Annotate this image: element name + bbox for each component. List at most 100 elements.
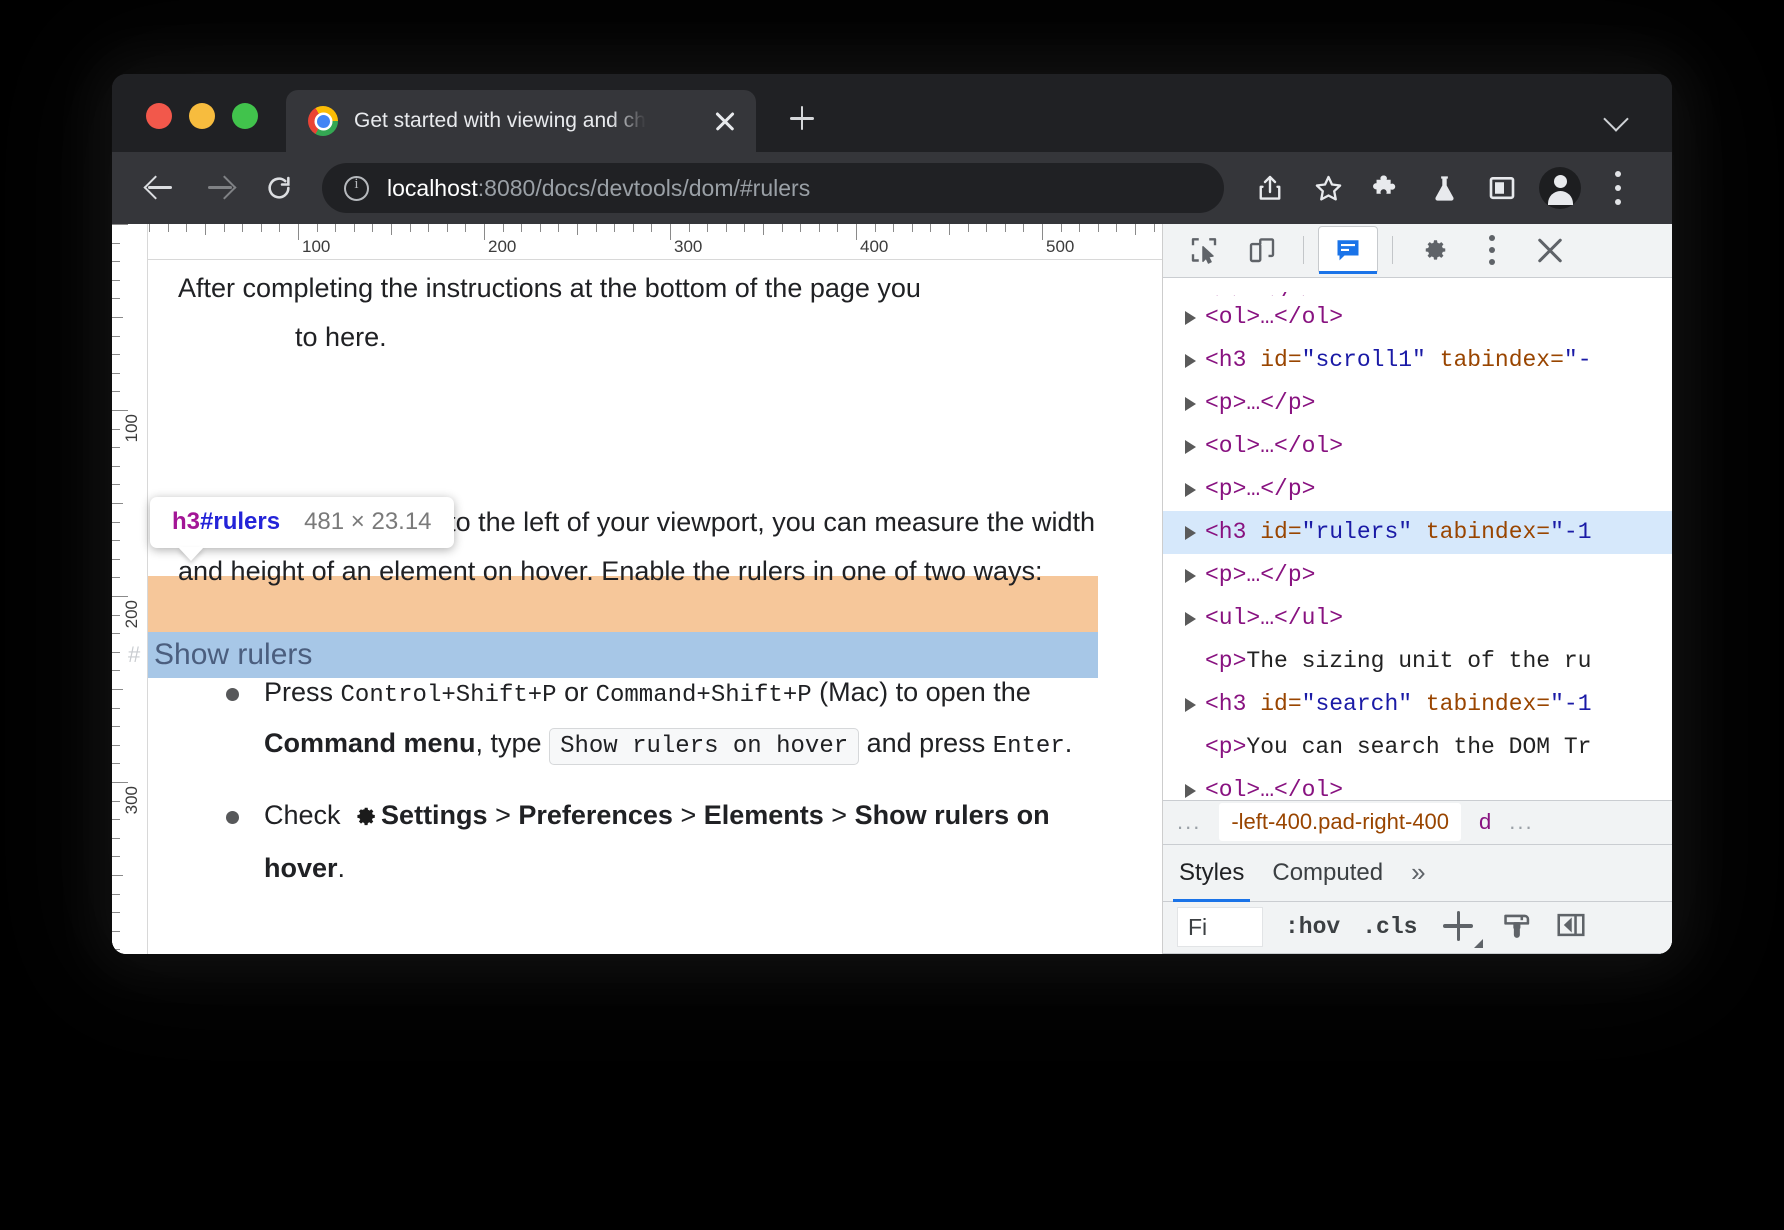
toggle-class-button[interactable]: .cls [1362,914,1417,940]
ruler-tick [112,745,120,746]
dom-node-text: <ul>…</ul> [1185,597,1343,640]
bookmark-star-icon[interactable] [1302,162,1354,214]
tab-computed[interactable]: Computed [1272,844,1383,902]
window-body: 100200300400500 100200300400 After compl… [112,224,1672,954]
ruler-label: 200 [488,237,516,257]
close-window-button[interactable] [146,103,172,129]
ruler-tick [763,224,764,235]
dom-tree-row[interactable]: <p>…</p> [1163,468,1672,511]
ruler-tick [782,224,783,232]
browser-window: Get started with viewing and ch localhos… [112,74,1672,954]
close-devtools-icon[interactable] [1523,226,1577,274]
back-arrow-icon[interactable] [132,161,186,215]
ruler-tick [261,224,262,232]
ruler-tick [1005,224,1006,232]
more-tabs-chevron-icon[interactable]: » [1411,857,1425,888]
ruler-tick [112,726,120,727]
issues-message-icon[interactable] [1318,226,1378,274]
ruler-tick [112,391,120,392]
expand-triangle-icon[interactable] [1185,612,1196,626]
ruler-tick [558,224,559,232]
expand-triangle-icon[interactable] [1185,784,1196,798]
reload-icon[interactable] [252,161,306,215]
dom-tree-row[interactable]: <p>…</p> [1163,282,1672,296]
horizontal-ruler: 100200300400500 [112,224,1162,260]
styles-filter-input[interactable]: Fi [1177,907,1263,947]
expand-triangle-icon[interactable] [1185,440,1196,454]
new-style-rule-icon[interactable] [1439,907,1479,947]
expand-triangle-icon[interactable] [1185,483,1196,497]
ruler-tick [112,577,120,578]
ruler-tick [186,224,187,232]
more-options-kebab-icon[interactable] [1465,226,1519,274]
expand-triangle-icon[interactable] [1185,354,1196,368]
device-toolbar-icon[interactable] [1235,226,1289,274]
chevron-down-icon[interactable] [1604,106,1630,132]
breadcrumb-item[interactable]: -left-400.pad-right-400 [1219,803,1461,841]
ruler-tick [893,224,894,232]
experiments-flask-icon[interactable] [1418,162,1470,214]
expand-triangle-icon[interactable] [1185,698,1196,712]
tooltip-selector: h3#rulers [172,508,280,536]
dom-tree[interactable]: <p>…</p><ol>…</ol><h3 id="scroll1" tabin… [1163,278,1672,800]
tooltip-dimensions: 481 × 23.14 [304,508,431,536]
toggle-sidebar-icon[interactable] [1555,909,1587,946]
dom-tree-row[interactable]: <ol>…</ol> [1163,425,1672,468]
info-circle-icon[interactable] [344,176,369,201]
dom-tree-row[interactable]: <h3 id="rulers" tabindex="-1 [1163,511,1672,554]
dom-token [1426,347,1440,373]
close-tab-icon[interactable] [710,106,740,136]
maximize-window-button[interactable] [232,103,258,129]
address-bar[interactable]: localhost:8080/docs/devtools/dom/#rulers [322,163,1224,213]
ruler-tick [1079,224,1080,232]
devtools-sidebar-tabs: Styles Computed » [1163,844,1672,902]
heading-anchor-link[interactable]: # [128,632,140,678]
dom-tree-row[interactable]: <p>…</p> [1163,554,1672,597]
dom-tree-row[interactable]: <ul>…</ul> [1163,597,1672,640]
breadcrumb-trailing-ellipsis[interactable]: ... [1509,809,1533,835]
ruler-tick [335,224,336,232]
ruler-tick [112,652,120,653]
side-panel-icon[interactable] [1476,162,1528,214]
dom-node-text: <p>…</p> [1185,282,1315,296]
dom-tree-row[interactable]: <p>The sizing unit of the ru [1163,640,1672,683]
expand-triangle-icon[interactable] [1185,397,1196,411]
dom-node-text: <ol>…</ol> [1185,769,1343,800]
dom-token: "scroll1" [1302,347,1426,373]
inspect-element-icon[interactable] [1177,226,1231,274]
breadcrumb-leading-ellipsis[interactable]: ... [1177,809,1201,835]
expand-triangle-icon[interactable] [1185,311,1196,325]
minimize-window-button[interactable] [189,103,215,129]
ruler-tick [205,224,206,235]
ruler-tick [112,540,120,541]
dom-tree-row[interactable]: <p>You can search the DOM Tr [1163,726,1672,769]
share-icon[interactable] [1244,162,1296,214]
breadcrumb-tag[interactable]: d [1479,809,1491,835]
style-paintbrush-icon[interactable] [1501,909,1533,946]
dom-tree-row[interactable]: <ol>…</ol> [1163,769,1672,800]
expand-triangle-icon[interactable] [1185,526,1196,540]
ruler-tick [112,801,120,802]
tab-styles[interactable]: Styles [1179,844,1244,902]
dom-token: <p>…</p> [1205,476,1315,502]
dom-tree-row[interactable]: <p>…</p> [1163,382,1672,425]
new-tab-button[interactable] [782,98,822,138]
ruler-tick [112,708,120,709]
dom-tree-row[interactable]: <h3 id="search" tabindex="-1 [1163,683,1672,726]
ruler-label: 500 [1046,237,1074,257]
expand-triangle-icon[interactable] [1185,569,1196,583]
toggle-pseudo-class-button[interactable]: :hov [1285,914,1340,940]
ruler-tick [354,224,355,232]
dom-token: id= [1260,519,1301,545]
profile-avatar-icon[interactable] [1534,162,1586,214]
browser-menu-kebab-icon[interactable] [1592,162,1644,214]
dom-token: <ol>…</ol> [1205,304,1343,330]
extensions-puzzle-icon[interactable] [1360,162,1412,214]
browser-tab[interactable]: Get started with viewing and ch [286,90,756,152]
dom-token: <h3 [1205,519,1260,545]
dom-token: You can search the DOM Tr [1246,734,1591,760]
dom-tree-row[interactable]: <ol>…</ol> [1163,296,1672,339]
dom-tree-row[interactable]: <h3 id="scroll1" tabindex="- [1163,339,1672,382]
forward-arrow-icon[interactable] [192,161,246,215]
settings-gear-icon[interactable] [1407,226,1461,274]
